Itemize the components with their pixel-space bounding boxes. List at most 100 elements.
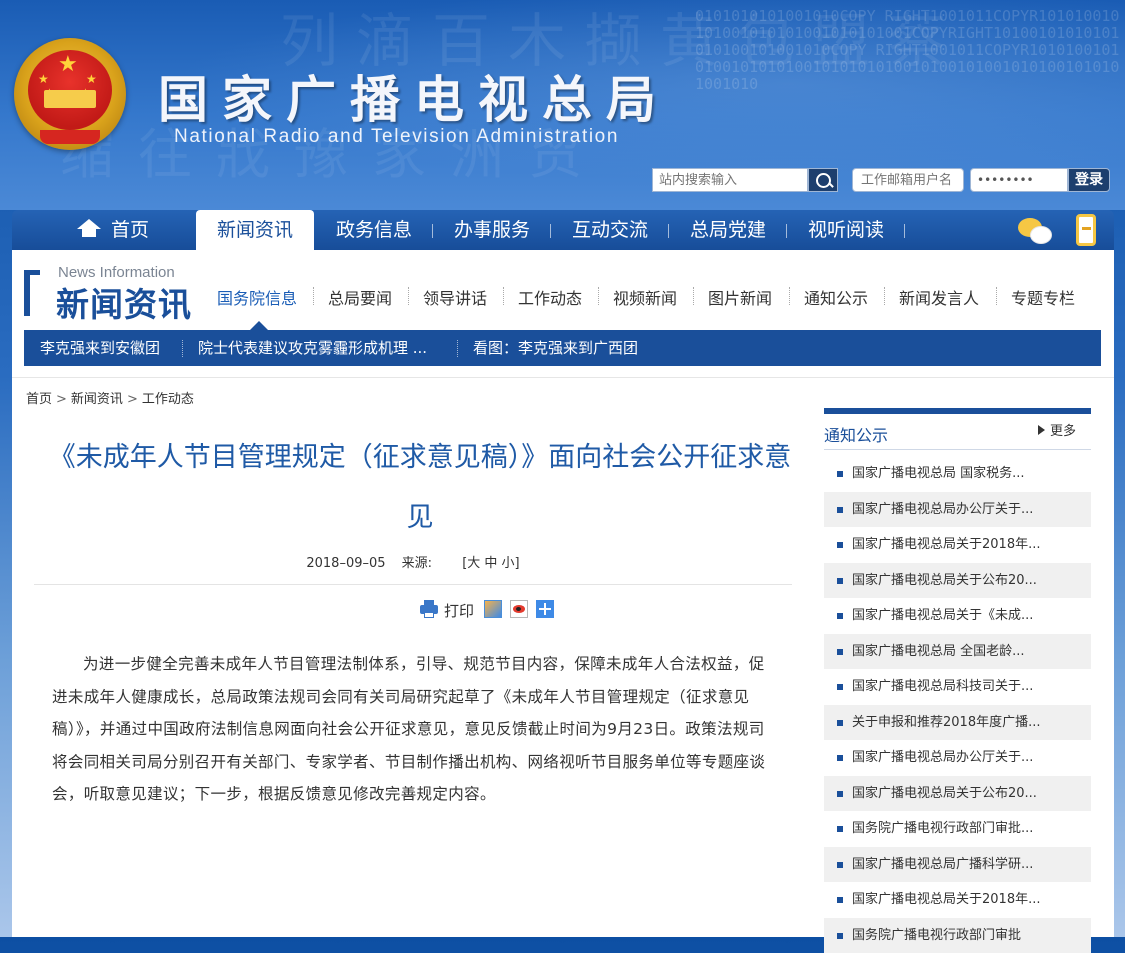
wechat-icon[interactable]: [1018, 216, 1052, 244]
bullet-icon: [837, 933, 843, 939]
site-title: 国家广播电视总局: [158, 60, 670, 132]
nav-item-label: 互动交流: [572, 219, 648, 241]
subnav-item-headlines[interactable]: 总局要闻: [328, 285, 392, 309]
ticker-item[interactable]: 看图：李克强来到广西团: [473, 330, 638, 366]
notice-list-item[interactable]: 国家广播电视总局 国家税务...: [824, 456, 1091, 492]
nav-item-government-info[interactable]: 政务信息: [324, 210, 424, 250]
print-icon[interactable]: [420, 600, 438, 618]
print-button[interactable]: 打印: [444, 600, 474, 621]
notice-link-text: 国务院广播电视行政部门审批: [852, 928, 1021, 943]
login-button[interactable]: 登录: [1068, 168, 1110, 192]
subnav-item-work-updates[interactable]: 工作动态: [518, 285, 582, 309]
news-ticker: 李克强来到安徽团 院士代表建议攻克雾霾形成机理 ... 看图：李克强来到广西团: [24, 330, 1101, 366]
subnav-item-state-council[interactable]: 国务院信息: [217, 285, 297, 309]
subnav-separator: [789, 287, 790, 305]
notice-list-item[interactable]: 国务院广播电视行政部门审批: [824, 918, 1091, 953]
nav-item-label: 总局党建: [690, 219, 766, 241]
notice-list-item[interactable]: 关于申报和推荐2018年度广播...: [824, 705, 1091, 741]
notice-list-item[interactable]: 国家广播电视总局科技司关于...: [824, 669, 1091, 705]
bullet-icon: [837, 720, 843, 726]
notice-list-item[interactable]: 国家广播电视总局关于公布20...: [824, 563, 1091, 599]
sidebar-top-bar: [824, 408, 1091, 414]
subnav-separator: [408, 287, 409, 305]
notice-list-item[interactable]: 国家广播电视总局关于公布20...: [824, 776, 1091, 812]
notice-list-item[interactable]: 国家广播电视总局办公厅关于...: [824, 740, 1091, 776]
subnav-separator: [693, 287, 694, 305]
ticker-separator: [457, 340, 458, 357]
notice-list-item[interactable]: 国家广播电视总局 全国老龄...: [824, 634, 1091, 670]
font-size-switcher[interactable]: [大 中 小]: [462, 556, 519, 571]
article-title: 《未成年人节目管理规定（征求意见稿）》面向社会公开征求意见: [40, 428, 800, 548]
notice-list-item[interactable]: 国家广播电视总局关于2018年...: [824, 527, 1091, 563]
ticker-item[interactable]: 李克强来到安徽团: [40, 330, 160, 366]
subnav-separator: [884, 287, 885, 305]
nav-item-party-building[interactable]: 总局党建: [678, 210, 778, 250]
nav-item-label: 首页: [111, 219, 149, 241]
bullet-icon: [837, 578, 843, 584]
bullet-icon: [837, 684, 843, 690]
search-input[interactable]: [652, 168, 808, 192]
notice-list-item[interactable]: 国家广播电视总局关于《未成...: [824, 598, 1091, 634]
breadcrumb-news[interactable]: 新闻资讯: [71, 392, 123, 407]
more-label: 更多: [1050, 424, 1076, 439]
notice-link-text: 国家广播电视总局关于《未成...: [852, 608, 1033, 623]
bullet-icon: [837, 862, 843, 868]
notice-list-item[interactable]: 国家广播电视总局广播科学研...: [824, 847, 1091, 883]
mail-username-input[interactable]: [852, 168, 964, 192]
nav-separator: [550, 224, 551, 238]
nav-item-interaction[interactable]: 互动交流: [560, 210, 660, 250]
header-background-binary: 0101010101001010COPY RIGHT1001011COPYR10…: [695, 8, 1125, 168]
subnav-separator: [503, 287, 504, 305]
mail-password-input[interactable]: [970, 168, 1068, 192]
share-more-icon[interactable]: [536, 600, 554, 618]
ticker-separator: [182, 340, 183, 357]
notice-list-item[interactable]: 国务院广播电视行政部门审批...: [824, 811, 1091, 847]
breadcrumb-home[interactable]: 首页: [26, 392, 52, 407]
home-icon: [77, 219, 101, 239]
nav-item-news[interactable]: 新闻资讯: [196, 210, 314, 250]
search-button[interactable]: [808, 168, 838, 192]
section-bracket: [24, 270, 30, 316]
notice-list: 国家广播电视总局 国家税务... 国家广播电视总局办公厅关于... 国家广播电视总局…: [824, 456, 1091, 953]
nav-item-audiovisual-reading[interactable]: 视听阅读: [796, 210, 896, 250]
share-weibo-icon[interactable]: [510, 600, 528, 618]
site-header: 列滴百木撷黄包盟蔡 缩往戕豫家洲贸 0101010101001010COPY R…: [0, 0, 1125, 210]
ticker-item[interactable]: 院士代表建议攻克雾霾形成机理 ...: [198, 330, 427, 366]
bullet-icon: [837, 755, 843, 761]
breadcrumb-work-updates[interactable]: 工作动态: [142, 392, 194, 407]
notice-link-text: 国务院广播电视行政部门审批...: [852, 821, 1033, 836]
notice-list-item[interactable]: 国家广播电视总局办公厅关于...: [824, 492, 1091, 528]
subnav-item-speeches[interactable]: 领导讲话: [423, 285, 487, 309]
notice-link-text: 国家广播电视总局关于2018年...: [852, 892, 1040, 907]
nav-separator: [904, 224, 905, 238]
subnav-item-notices[interactable]: 通知公示: [804, 285, 868, 309]
subnav-item-photo-news[interactable]: 图片新闻: [708, 285, 772, 309]
subnav-item-video-news[interactable]: 视频新闻: [613, 285, 677, 309]
breadcrumb: 首页>新闻资讯>工作动态: [26, 388, 194, 407]
subnav-item-spokesperson[interactable]: 新闻发言人: [899, 285, 979, 309]
divider: [34, 584, 792, 585]
share-qzone-icon[interactable]: [484, 600, 502, 618]
notice-list-item[interactable]: 国家广播电视总局关于2018年...: [824, 882, 1091, 918]
bullet-icon: [837, 507, 843, 513]
notice-link-text: 国家广播电视总局关于2018年...: [852, 537, 1040, 552]
mobile-icon[interactable]: [1076, 214, 1096, 246]
divider: [12, 377, 1114, 378]
nav-item-label: 办事服务: [454, 219, 530, 241]
nav-item-services[interactable]: 办事服务: [442, 210, 542, 250]
notice-link-text: 国家广播电视总局 国家税务...: [852, 466, 1025, 481]
section-bracket: [24, 270, 40, 275]
article-body: 为进一步健全完善未成年人节目管理法制体系，引导、规范节目内容，保障未成年人合法权…: [52, 648, 778, 811]
subnav-separator: [313, 287, 314, 305]
main-nav: 首页 新闻资讯 政务信息 办事服务 互动交流 总局党建 视听阅读: [12, 210, 1114, 250]
notice-link-text: 国家广播电视总局关于公布20...: [852, 786, 1037, 801]
notice-link-text: 国家广播电视总局 全国老龄...: [852, 644, 1025, 659]
bullet-icon: [837, 613, 843, 619]
national-emblem-icon: ★ ★ ★ ★ ★: [14, 38, 126, 150]
sidebar-title: 通知公示: [824, 422, 888, 446]
bullet-icon: [837, 471, 843, 477]
divider: [824, 449, 1091, 450]
sidebar-more-link[interactable]: 更多: [1038, 420, 1076, 439]
nav-item-home[interactable]: 首页: [58, 210, 168, 250]
subnav-item-special-topics[interactable]: 专题专栏: [1011, 285, 1075, 309]
